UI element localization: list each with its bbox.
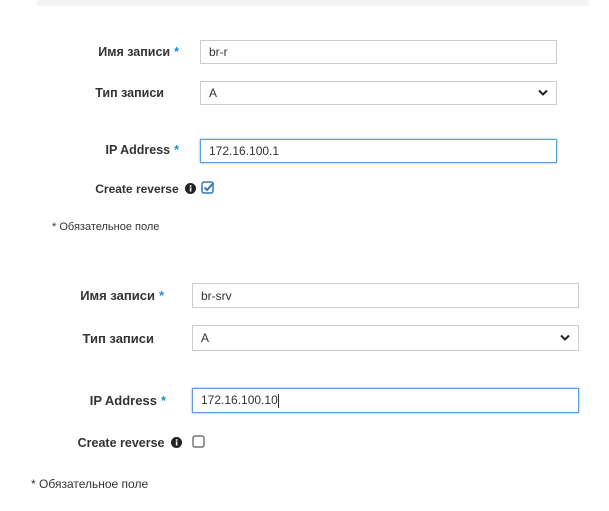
chevron-down-icon xyxy=(560,334,570,341)
required-field-note: * Обязательное поле xyxy=(52,221,160,233)
ip-address-label: IP Address * xyxy=(105,143,180,157)
record-type-select[interactable]: A xyxy=(192,325,579,351)
create-reverse-checkbox[interactable] xyxy=(192,435,206,449)
chevron-down-icon xyxy=(538,89,548,96)
text-cursor xyxy=(277,393,279,408)
record-type-select[interactable]: A xyxy=(200,81,557,105)
required-asterisk: * xyxy=(160,393,166,408)
record-type-value: A xyxy=(209,86,218,100)
ip-address-label: IP Address * xyxy=(89,393,166,408)
create-reverse-label: Create reverse xyxy=(95,182,196,196)
top-divider xyxy=(37,0,589,6)
create-reverse-label: Create reverse xyxy=(78,436,182,450)
create-reverse-checkbox[interactable] xyxy=(201,181,215,195)
required-asterisk: * xyxy=(174,143,179,157)
record-name-input[interactable] xyxy=(192,283,579,308)
required-asterisk: * xyxy=(174,45,179,59)
ip-address-input[interactable]: 172.16.100.10 xyxy=(192,388,579,413)
record-name-label: Имя записи * xyxy=(80,288,164,303)
required-field-note: * Обязательное поле xyxy=(31,477,149,491)
ip-address-input[interactable] xyxy=(200,139,557,163)
info-icon xyxy=(185,183,196,194)
record-name-input[interactable] xyxy=(200,40,557,64)
info-icon xyxy=(171,437,182,448)
record-name-label: Имя записи * xyxy=(98,45,179,59)
required-asterisk: * xyxy=(158,288,164,303)
record-type-label: Тип записи xyxy=(95,86,164,100)
record-type-label: Тип записи xyxy=(82,331,155,346)
record-type-value: A xyxy=(201,331,210,345)
